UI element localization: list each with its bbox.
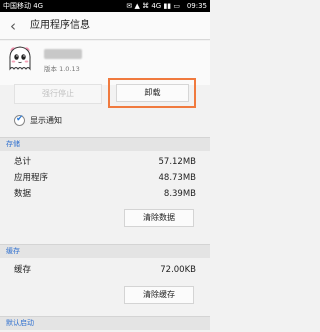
app-bar: ‹ 应用程序信息 <box>0 12 210 40</box>
cache-section-header: 缓存 <box>0 244 210 258</box>
storage-row-value: 8.39MB <box>163 189 196 199</box>
clear-data-button[interactable]: 清除数据 <box>124 209 194 227</box>
show-notifications-checkbox[interactable]: ✔ <box>14 114 25 126</box>
storage-row-data: 数据 8.39MB <box>0 186 210 202</box>
page-title: 应用程序信息 <box>30 20 90 31</box>
storage-row-label: 数据 <box>14 189 32 199</box>
carrier-label: 中国移动 4G <box>3 2 44 10</box>
app-name-blurred <box>44 49 82 59</box>
status-bar: 中国移动 4G ✉ ▲ ⌘ 4G ▮▮ ▭ 09:35 <box>0 0 210 12</box>
storage-row-label: 应用程序 <box>14 173 49 183</box>
cache-header-label: 缓存 <box>6 247 20 255</box>
clock: 09:35 <box>186 2 207 10</box>
default-launch-section-header: 默认启动 <box>0 316 210 330</box>
cache-row-value: 72.00KB <box>160 265 196 275</box>
cache-row: 缓存 72.00KB <box>0 262 210 278</box>
app-version: 版本 1.0.13 <box>44 65 80 73</box>
storage-row-value: 48.73MB <box>158 173 197 183</box>
force-stop-button[interactable]: 强行停止 <box>14 84 102 104</box>
checkmark-icon: ✔ <box>16 114 24 124</box>
cartoon-ghost-icon <box>9 46 31 71</box>
storage-row-application: 应用程序 48.73MB <box>0 170 210 186</box>
uninstall-highlight-frame: 卸载 <box>108 78 196 108</box>
storage-row-total: 总计 57.12MB <box>0 154 210 170</box>
status-icons: ✉ ▲ ⌘ 4G ▮▮ ▭ <box>126 2 180 10</box>
storage-row-label: 总计 <box>14 157 32 167</box>
show-notifications-label: 显示通知 <box>30 116 62 125</box>
clear-cache-button[interactable]: 清除缓存 <box>124 286 194 304</box>
storage-section-header: 存储 <box>0 137 210 151</box>
back-arrow-icon[interactable]: ‹ <box>6 17 20 35</box>
storage-header-label: 存储 <box>6 140 20 148</box>
storage-row-value: 57.12MB <box>158 157 197 167</box>
cache-row-label: 缓存 <box>14 265 32 275</box>
uninstall-button[interactable]: 卸载 <box>116 84 189 102</box>
default-launch-header-label: 默认启动 <box>6 319 34 327</box>
